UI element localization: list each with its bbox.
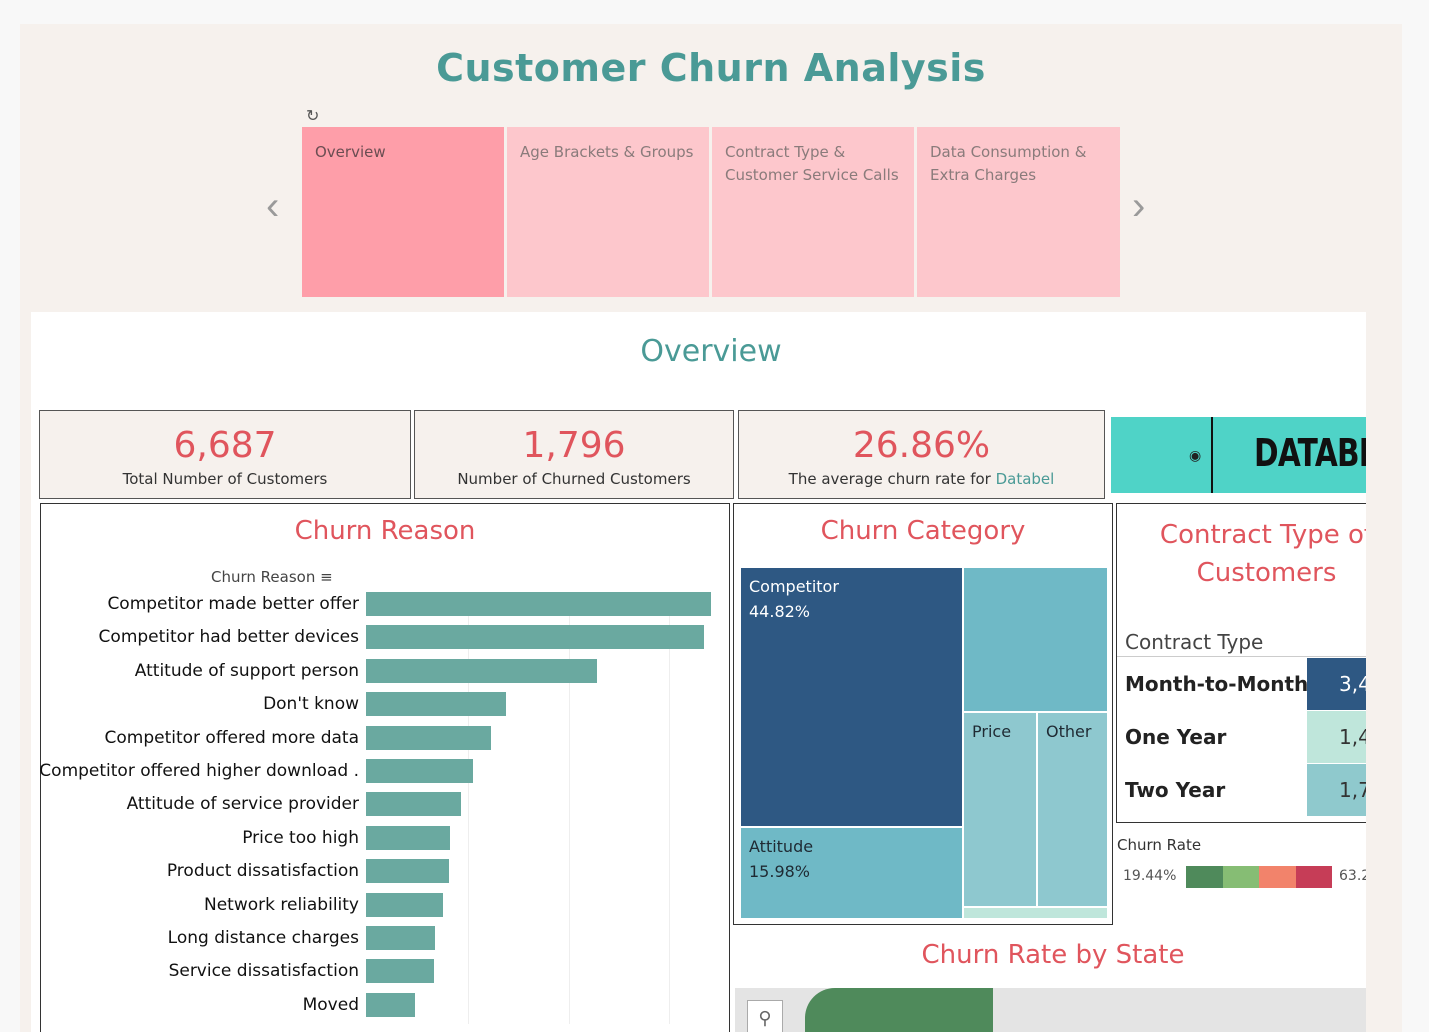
churn-reason-label: Moved <box>302 994 359 1015</box>
treemap-cell-price[interactable]: Price <box>963 712 1037 907</box>
treemap-pct: 44.82% <box>749 602 811 621</box>
treemap-cell-competitor[interactable]: Competitor 44.82% <box>740 567 963 827</box>
churn-reason-bar[interactable] <box>366 692 506 717</box>
contract-row-month[interactable]: Month-to-Month 3,4 <box>1117 658 1366 710</box>
churn-reason-label: Price too high <box>242 827 359 848</box>
churn-category-title: Churn Category <box>820 516 1026 546</box>
dashboard-title: Customer Churn Analysis <box>436 46 986 90</box>
contract-row-one-year[interactable]: One Year 1,4 <box>1117 711 1366 763</box>
state-region[interactable] <box>805 988 993 1032</box>
divider <box>1117 656 1366 657</box>
churn-reason-bar[interactable] <box>366 992 415 1017</box>
churn-reason-bar[interactable] <box>366 892 443 917</box>
logo-mark-icon: ◉ <box>1189 447 1202 463</box>
overview-dashboard: Overview 6,687 Total Number of Customers… <box>31 312 1366 1032</box>
kpi-label: The average churn rate for Databel <box>739 470 1104 488</box>
churn-reason-panel: Churn Reason Churn Reason ≡ Competitor m… <box>39 503 730 1032</box>
churn-reason-bar[interactable] <box>366 592 711 616</box>
contract-type-title: Contract Type of Customers <box>1159 520 1366 588</box>
legend-min: 19.44% <box>1123 868 1177 884</box>
churn-category-panel: Churn Category Competitor 44.82% Attitud… <box>733 503 1113 925</box>
kpi-value: 1,796 <box>522 425 626 466</box>
contract-row-two-year[interactable]: Two Year 1,7 <box>1117 764 1366 816</box>
treemap-label: Competitor <box>749 577 839 596</box>
legend-color-bar <box>1186 866 1332 888</box>
next-arrow-icon[interactable]: › <box>1132 184 1145 229</box>
map-search-icon[interactable]: ⚲ <box>747 1000 783 1032</box>
churn-reason-bar[interactable] <box>366 792 461 817</box>
contract-value: 3,4 <box>1307 658 1366 710</box>
churn-reason-label: Attitude of support person <box>134 660 359 681</box>
kpi-value: 26.86% <box>852 425 991 466</box>
legend-max: 63.2 <box>1339 868 1366 884</box>
churn-state-panel: Churn Rate by State ⚲ <box>733 932 1366 1032</box>
treemap-cell-attitude[interactable]: Attitude 15.98% <box>740 827 963 919</box>
churn-state-title: Churn Rate by State <box>921 940 1185 970</box>
churn-reason-header[interactable]: Churn Reason ≡ <box>211 568 333 586</box>
kpi-label-highlight: Databel <box>995 470 1055 488</box>
contract-name: Month-to-Month <box>1125 672 1309 696</box>
churn-reason-bar[interactable] <box>366 825 450 850</box>
churn-reason-bar[interactable] <box>366 859 449 884</box>
sort-icon[interactable]: ≡ <box>320 568 333 586</box>
revert-icon[interactable]: ↻ <box>306 106 319 126</box>
kpi-label: Total Number of Customers <box>122 470 328 488</box>
legend-title: Churn Rate <box>1117 836 1202 854</box>
gridline <box>669 594 670 1024</box>
legend-swatch <box>1259 866 1296 888</box>
churn-reason-label: Product dissatisfaction <box>166 861 359 882</box>
churn-reason-bar[interactable] <box>366 926 435 950</box>
treemap-cell-small[interactable] <box>963 907 1108 919</box>
treemap-label: Price <box>972 722 1012 741</box>
churn-reason-label: Competitor offered more data <box>104 727 359 748</box>
overview-title: Overview <box>640 334 782 369</box>
churn-reason-label: Network reliability <box>203 894 359 915</box>
logo-text: DATABEL <box>1254 431 1366 475</box>
logo-divider <box>1211 417 1213 493</box>
tab-age-brackets[interactable]: Age Brackets & Groups <box>507 127 709 297</box>
contract-type-header: Contract Type <box>1125 630 1264 654</box>
churn-reason-label: Attitude of service provider <box>126 794 359 815</box>
treemap-cell-unlabeled[interactable] <box>963 567 1108 712</box>
churn-reason-header-label: Churn Reason <box>211 568 316 586</box>
tab-data-consumption[interactable]: Data Consumption & Extra Charges <box>917 127 1120 297</box>
treemap-pct: 15.98% <box>749 862 811 881</box>
churn-reason-label: Competitor offered higher download . <box>39 761 359 781</box>
kpi-label-text: The average churn rate for <box>788 470 996 488</box>
legend-swatch <box>1186 866 1223 888</box>
churn-reason-label: Long distance charges <box>167 928 359 948</box>
contract-name: One Year <box>1125 725 1227 749</box>
databel-logo: ◉ DATABEL <box>1111 417 1366 493</box>
treemap-label: Attitude <box>749 837 814 856</box>
treemap-label: Other <box>1046 722 1092 741</box>
contract-value: 1,7 <box>1307 764 1366 816</box>
churn-reason-label: Don't know <box>263 694 359 715</box>
state-map[interactable]: ⚲ <box>735 988 1366 1032</box>
dashboard-frame: Customer Churn Analysis ↻ ‹ › Overview A… <box>20 24 1402 1032</box>
churn-reason-bar[interactable] <box>366 759 473 783</box>
contract-value: 1,4 <box>1307 711 1366 763</box>
tab-overview[interactable]: Overview <box>302 127 504 297</box>
treemap-cell-other[interactable]: Other <box>1037 712 1108 907</box>
churn-reason-bar[interactable] <box>366 725 491 750</box>
churn-reason-bar[interactable] <box>366 625 704 650</box>
legend-swatch <box>1295 866 1332 888</box>
kpi-label: Number of Churned Customers <box>457 470 691 488</box>
tab-contract-type[interactable]: Contract Type & Customer Service Calls <box>712 127 914 297</box>
prev-arrow-icon[interactable]: ‹ <box>266 184 279 229</box>
kpi-churn-rate: 26.86% The average churn rate for Databe… <box>738 410 1105 499</box>
churn-reason-title: Churn Reason <box>294 516 476 546</box>
churn-reason-label: Service dissatisfaction <box>168 961 359 982</box>
churn-reason-label: Competitor had better devices <box>98 627 359 648</box>
contract-name: Two Year <box>1125 778 1226 802</box>
legend-swatch <box>1222 866 1259 888</box>
churn-reason-label: Competitor made better offer <box>107 594 359 614</box>
churn-reason-bar[interactable] <box>366 959 434 984</box>
kpi-churned-customers: 1,796 Number of Churned Customers <box>414 410 734 499</box>
kpi-total-customers: 6,687 Total Number of Customers <box>39 410 411 499</box>
kpi-value: 6,687 <box>173 425 277 466</box>
churn-reason-bar[interactable] <box>366 658 597 683</box>
contract-type-panel: Contract Type of Customers Contract Type… <box>1116 503 1366 823</box>
